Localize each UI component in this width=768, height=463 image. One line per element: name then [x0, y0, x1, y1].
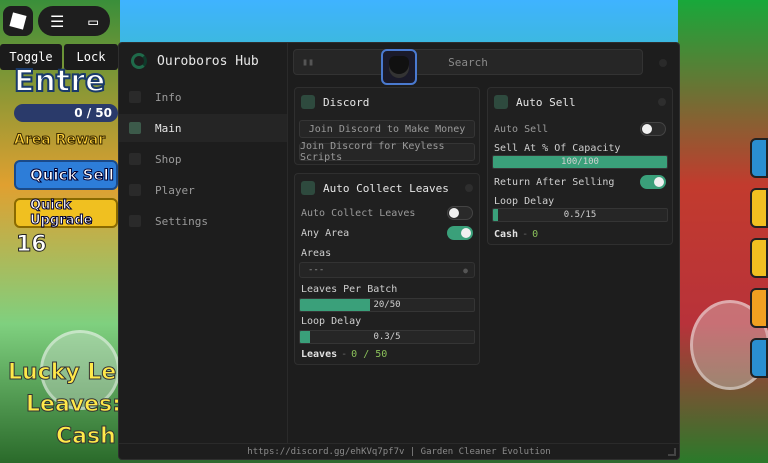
discord-card: Discord Join Discord to Make Money Join … — [294, 87, 480, 165]
hooded-figure-icon — [389, 56, 409, 78]
lucky-leaves-label: Lucky Le — [7, 360, 117, 386]
discord-card-title: Discord — [323, 95, 370, 109]
avatar[interactable] — [381, 49, 417, 85]
side-button-blue[interactable] — [750, 138, 768, 178]
capacity-slider[interactable]: 100/100 — [492, 155, 668, 169]
game-background-right — [678, 0, 768, 463]
sidebar-item-label: Info — [155, 90, 182, 104]
batch-slider-value: 20/50 — [373, 300, 401, 310]
sidebar-item-label: Main — [155, 121, 182, 135]
roblox-menu-icon[interactable] — [3, 6, 33, 36]
cash-stat: Cash -0 — [494, 229, 538, 240]
capacity-label: Sell At % Of Capacity — [494, 143, 621, 154]
resize-handle-icon[interactable] — [668, 448, 676, 456]
chat-icon[interactable]: ▭ — [88, 12, 98, 31]
speed-count: 16 — [16, 232, 48, 258]
auto-collect-toggle-label: Auto Collect Leaves — [301, 208, 416, 219]
sell-icon — [494, 95, 508, 109]
footer-link[interactable]: https://discord.gg/ehKVq7pf7v | Garden C… — [119, 443, 679, 460]
side-button-yellow[interactable] — [750, 188, 768, 228]
quick-sell-button[interactable]: Quick Sell — [14, 160, 118, 190]
sell-delay-slider-value: 0.5/15 — [563, 210, 597, 220]
search-placeholder: Search — [448, 55, 488, 69]
auto-collect-toggle[interactable] — [447, 206, 473, 220]
hamburger-icon[interactable]: ☰ — [50, 12, 64, 31]
auto-collect-card-title: Auto Collect Leaves — [323, 181, 449, 195]
chevron-down-icon: ● — [463, 265, 468, 275]
batch-slider[interactable]: 20/50 — [299, 298, 475, 312]
leaves-stat-sep: - — [341, 349, 348, 360]
capacity-slider-value: 100/100 — [561, 157, 599, 167]
side-button-orange[interactable] — [750, 288, 768, 328]
return-toggle[interactable] — [640, 175, 666, 189]
collect-delay-slider-value: 0.3/5 — [373, 332, 401, 342]
leaves-label: Leaves: — [26, 392, 122, 418]
sidebar-item-shop[interactable]: Shop — [119, 145, 287, 173]
close-icon[interactable] — [659, 59, 667, 67]
auto-sell-card-title: Auto Sell — [516, 95, 576, 109]
any-area-label: Any Area — [301, 228, 350, 239]
side-button-blue-2[interactable] — [750, 338, 768, 378]
cash-stat-label: Cash — [494, 229, 519, 240]
sell-delay-label: Loop Delay — [494, 196, 555, 207]
top-menu-pill: ☰ ▭ — [38, 6, 110, 36]
sidebar: Ouroboros Hub Info Main Shop Player Sett… — [119, 43, 288, 443]
join-discord-keyless-button[interactable]: Join Discord for Keyless Scripts — [299, 141, 475, 163]
leaves-stat-label: Leaves — [301, 349, 338, 360]
batch-label: Leaves Per Batch — [301, 284, 398, 295]
sidebar-item-player[interactable]: Player — [119, 176, 287, 204]
main-icon — [129, 122, 141, 134]
sidebar-item-label: Shop — [155, 152, 182, 166]
auto-sell-toggle[interactable] — [640, 122, 666, 136]
collect-delay-slider[interactable]: 0.3/5 — [299, 330, 475, 344]
leaves-stat-value: 0 / 50 — [351, 349, 388, 360]
sidebar-item-settings[interactable]: Settings — [119, 207, 287, 235]
join-discord-money-button[interactable]: Join Discord to Make Money — [299, 120, 475, 138]
ouroboros-logo-icon — [131, 53, 147, 69]
leaves-stat: Leaves -0 / 50 — [301, 349, 387, 360]
card-options-icon[interactable] — [658, 98, 666, 106]
auto-sell-card: Auto Sell Auto Sell Sell At % Of Capacit… — [487, 87, 673, 245]
info-icon — [129, 91, 141, 103]
discord-icon — [301, 95, 315, 109]
collect-delay-label: Loop Delay — [301, 316, 362, 327]
shop-icon — [129, 153, 141, 165]
cash-stat-sep: - — [522, 229, 529, 240]
areas-dropdown[interactable]: --- ● — [299, 262, 475, 278]
hub-window: Ouroboros Hub Info Main Shop Player Sett… — [118, 42, 680, 460]
auto-collect-card: Auto Collect Leaves Auto Collect Leaves … — [294, 173, 480, 365]
grip-icon: ▮▮ — [302, 56, 315, 68]
leaf-icon — [301, 181, 315, 195]
sell-delay-slider[interactable]: 0.5/15 — [492, 208, 668, 222]
return-label: Return After Selling — [494, 177, 615, 188]
entrance-sign: Entre — [13, 63, 106, 100]
areas-dropdown-value: --- — [308, 265, 325, 275]
sidebar-item-main[interactable]: Main — [119, 114, 287, 142]
card-options-icon[interactable] — [465, 184, 473, 192]
area-reward-label: Area Rewar — [13, 132, 106, 149]
sidebar-item-info[interactable]: Info — [119, 83, 287, 111]
search-input[interactable]: ▮▮ Search — [293, 49, 643, 75]
hub-title: Ouroboros Hub — [131, 53, 259, 69]
sidebar-item-label: Player — [155, 183, 195, 197]
settings-icon — [129, 215, 141, 227]
any-area-toggle[interactable] — [447, 226, 473, 240]
quick-upgrade-button[interactable]: Quick Upgrade — [14, 198, 118, 229]
cash-stat-value: 0 — [532, 229, 539, 240]
player-icon — [129, 184, 141, 196]
hub-title-text: Ouroboros Hub — [157, 53, 259, 69]
auto-sell-toggle-label: Auto Sell — [494, 124, 549, 135]
sidebar-item-label: Settings — [155, 214, 208, 228]
areas-label: Areas — [301, 248, 332, 259]
cash-label: Cash — [56, 424, 117, 450]
side-button-star[interactable] — [750, 238, 768, 278]
capacity-bar: 0 / 50 — [14, 104, 118, 122]
